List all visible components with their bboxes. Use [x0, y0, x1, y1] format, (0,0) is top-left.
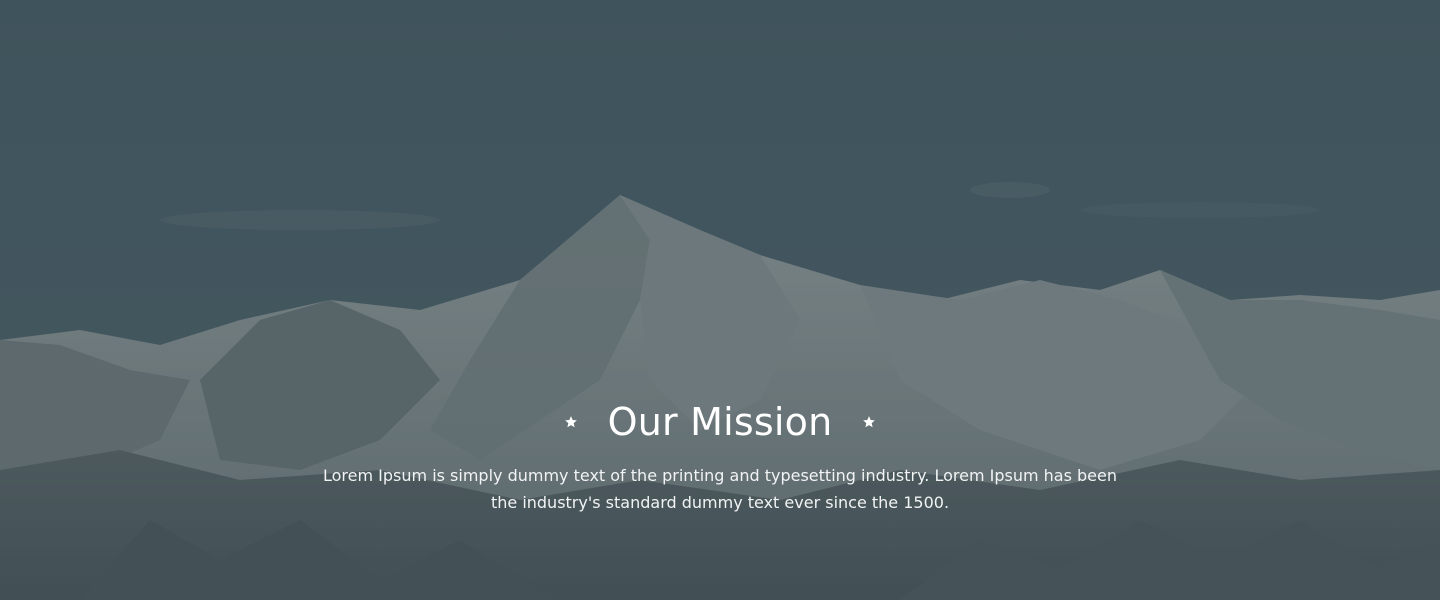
mission-content: Our Mission Lorem Ipsum is simply dummy …	[0, 392, 1440, 516]
mission-hero-section: Our Mission Lorem Ipsum is simply dummy …	[0, 0, 1440, 600]
star-icon	[863, 416, 876, 428]
mission-description: Lorem Ipsum is simply dummy text of the …	[323, 466, 1117, 512]
mission-title: Our Mission	[607, 400, 833, 444]
star-icon	[564, 416, 577, 428]
mission-title-row: Our Mission	[0, 392, 1440, 452]
